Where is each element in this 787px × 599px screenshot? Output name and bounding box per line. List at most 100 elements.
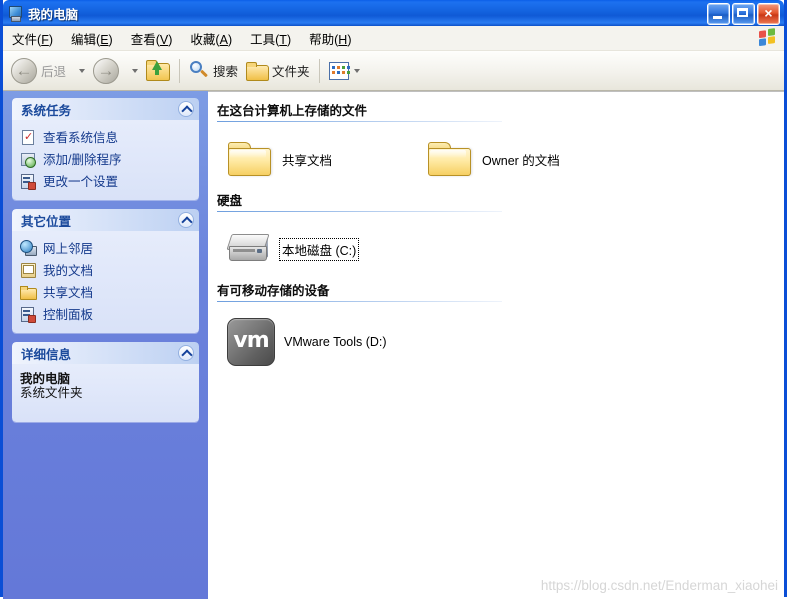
group-divider	[217, 301, 502, 302]
list-item[interactable]: vm VMware Tools (D:)	[227, 312, 427, 372]
hard-disk-icon	[226, 231, 271, 267]
folder-icon	[427, 140, 473, 178]
panel-details-header[interactable]: 详细信息	[12, 342, 199, 364]
panel-details-body: 我的电脑 系统文件夹	[12, 364, 199, 422]
explorer-window: 我的电脑 × 文件(F) 编辑(E) 查看(V) 收藏(A) 工具(T) 帮助(…	[0, 0, 787, 599]
menu-help[interactable]: 帮助(H)	[300, 26, 360, 51]
window-controls: ×	[707, 3, 780, 25]
system-info-icon: ✓	[22, 129, 34, 145]
up-button[interactable]	[142, 55, 174, 87]
list-item[interactable]: 本地磁盘 (C:)	[226, 222, 427, 276]
menu-file-label: 文件	[12, 32, 38, 47]
chevron-up-icon[interactable]	[178, 345, 194, 361]
close-button[interactable]: ×	[757, 3, 780, 25]
task-pane: 系统任务 ✓ 查看系统信息 添加/删除程序 更改一个设置 其它位置 网上邻居 我…	[3, 91, 208, 599]
search-label: 搜索	[213, 65, 239, 79]
title-bar[interactable]: 我的电脑 ×	[3, 0, 784, 26]
folder-icon	[227, 140, 273, 178]
forward-arrow-icon: →	[93, 57, 120, 84]
menu-tools-label: 工具	[250, 32, 276, 47]
menu-view[interactable]: 查看(V)	[122, 26, 182, 51]
group-items: 本地磁盘 (C:)	[217, 222, 784, 276]
menu-favorites-label: 收藏	[190, 32, 216, 47]
group-title: 在这台计算机上存储的文件	[217, 104, 368, 118]
folders-button[interactable]: 文件夹	[242, 55, 314, 87]
menu-tools-accel: T	[279, 32, 287, 47]
forward-dropdown[interactable]	[123, 55, 142, 87]
menu-edit-label: 编辑	[71, 32, 97, 47]
close-icon: ×	[764, 5, 773, 21]
panel-other-places-body: 网上邻居 我的文档 共享文档 控制面板	[12, 231, 199, 333]
group-title: 硬盘	[217, 194, 243, 208]
panel-other-places-title: 其它位置	[21, 214, 72, 229]
toolbar-separator	[318, 58, 320, 83]
sidebar-item-my-documents[interactable]: 我的文档	[20, 260, 195, 279]
menu-bar: 文件(F) 编辑(E) 查看(V) 收藏(A) 工具(T) 帮助(H)	[3, 26, 784, 51]
menu-edit-accel: E	[100, 32, 109, 47]
group-removable-storage: 有可移动存储的设备 vm VMware Tools (D:)	[208, 280, 784, 372]
menu-help-accel: H	[338, 32, 348, 47]
group-divider	[217, 211, 502, 212]
vmware-glyph: vm	[233, 328, 269, 353]
maximize-button[interactable]	[732, 3, 755, 25]
my-computer-icon	[7, 5, 23, 22]
minimize-button[interactable]	[707, 3, 730, 25]
panel-system-tasks-header[interactable]: 系统任务	[12, 98, 199, 120]
windows-flag-icon[interactable]	[759, 28, 777, 47]
task-change-a-setting-label: 更改一个设置	[43, 175, 119, 189]
task-change-a-setting[interactable]: 更改一个设置	[20, 171, 195, 190]
search-button[interactable]: 搜索	[185, 55, 242, 87]
menu-favorites-accel: A	[219, 32, 228, 47]
list-item-label: VMware Tools (D:)	[284, 335, 387, 349]
task-view-system-info-label: 查看系统信息	[43, 131, 119, 145]
chevron-down-icon[interactable]	[353, 68, 360, 73]
shared-documents-icon	[20, 284, 37, 300]
folders-label: 文件夹	[272, 65, 310, 79]
menu-favorites[interactable]: 收藏(A)	[181, 26, 241, 51]
task-add-remove-programs[interactable]: 添加/删除程序	[20, 149, 195, 168]
chevron-down-icon	[132, 68, 139, 73]
sidebar-item-shared-documents[interactable]: 共享文档	[20, 282, 195, 301]
forward-button[interactable]: →	[89, 55, 123, 87]
panel-other-places-header[interactable]: 其它位置	[12, 209, 199, 231]
list-item-label: Owner 的文档	[482, 153, 560, 168]
menu-help-label: 帮助	[309, 32, 335, 47]
menu-edit[interactable]: 编辑(E)	[62, 26, 122, 51]
panel-details-title: 详细信息	[21, 347, 72, 362]
menu-file[interactable]: 文件(F)	[3, 26, 62, 51]
menu-file-accel: F	[41, 32, 49, 47]
list-item[interactable]: 共享文档	[227, 132, 427, 186]
sidebar-item-network-places[interactable]: 网上邻居	[20, 238, 195, 257]
vmware-tools-icon: vm	[227, 318, 275, 366]
sidebar-item-control-panel[interactable]: 控制面板	[20, 304, 195, 323]
sidebar-item-control-panel-label: 控制面板	[43, 308, 94, 322]
sidebar-item-shared-documents-label: 共享文档	[43, 286, 94, 300]
list-item-label: 共享文档	[282, 153, 333, 168]
chevron-up-icon[interactable]	[178, 212, 194, 228]
list-item[interactable]: Owner 的文档	[427, 132, 627, 186]
back-arrow-icon: ←	[11, 57, 37, 84]
menu-tools[interactable]: 工具(T)	[241, 26, 300, 51]
panel-other-places: 其它位置 网上邻居 我的文档 共享文档 控制面板	[12, 209, 199, 333]
add-remove-programs-icon	[20, 151, 36, 168]
change-setting-icon	[20, 173, 36, 190]
views-button[interactable]	[325, 55, 364, 87]
group-items: 共享文档 Owner 的文档	[217, 132, 784, 186]
chevron-up-icon[interactable]	[178, 101, 194, 117]
views-icon	[328, 61, 350, 80]
panel-system-tasks: 系统任务 ✓ 查看系统信息 添加/删除程序 更改一个设置	[12, 98, 199, 200]
file-list-area[interactable]: 在这台计算机上存储的文件 共享文档 Owner 的文档 硬盘 本地磁盘 (C:)…	[208, 91, 784, 599]
group-title: 有可移动存储的设备	[217, 284, 330, 298]
back-dropdown[interactable]	[70, 55, 89, 87]
task-add-remove-programs-label: 添加/删除程序	[43, 153, 122, 167]
my-documents-icon	[20, 262, 36, 278]
back-label: 后退	[41, 65, 67, 79]
panel-details: 详细信息 我的电脑 系统文件夹	[12, 342, 199, 422]
task-view-system-info[interactable]: ✓ 查看系统信息	[20, 127, 195, 146]
menu-view-accel: V	[159, 32, 169, 47]
group-items: vm VMware Tools (D:)	[217, 312, 784, 372]
control-panel-icon	[20, 306, 36, 323]
window-body: 系统任务 ✓ 查看系统信息 添加/删除程序 更改一个设置 其它位置 网上邻居 我…	[3, 91, 784, 599]
menu-view-label: 查看	[130, 32, 156, 47]
back-button[interactable]: ← 后退	[7, 55, 70, 87]
